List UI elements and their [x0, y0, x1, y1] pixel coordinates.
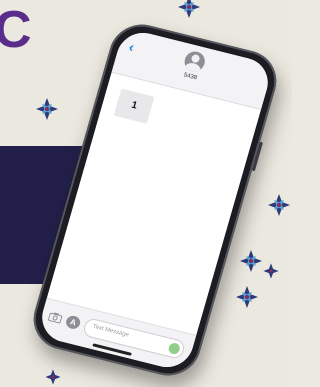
star-ornament-icon [240, 250, 262, 272]
message-text-field[interactable]: Text Message [81, 317, 187, 361]
star-ornament-icon [236, 286, 258, 308]
star-ornament-icon [45, 369, 61, 385]
message-bubble: 1 [113, 88, 155, 124]
person-avatar-icon[interactable] [182, 49, 208, 74]
star-ornament-icon [178, 0, 200, 18]
app-store-icon[interactable]: A [64, 314, 82, 331]
star-ornament-icon [268, 194, 290, 216]
chevron-left-icon[interactable]: ‹ [127, 39, 136, 56]
star-ornament-icon [263, 263, 279, 279]
camera-icon[interactable] [48, 311, 63, 324]
phone-side-button [251, 141, 264, 172]
scene: C ‹ 5438 1 A Text Message [0, 0, 292, 387]
brand-logo-letter: C [0, 1, 32, 59]
message-placeholder: Text Message [91, 323, 130, 339]
audio-record-icon[interactable] [167, 341, 182, 356]
message-input-bar: A Text Message [36, 297, 197, 373]
star-ornament-icon [36, 98, 58, 120]
phone-screen: ‹ 5438 1 A Text Message [36, 27, 274, 373]
